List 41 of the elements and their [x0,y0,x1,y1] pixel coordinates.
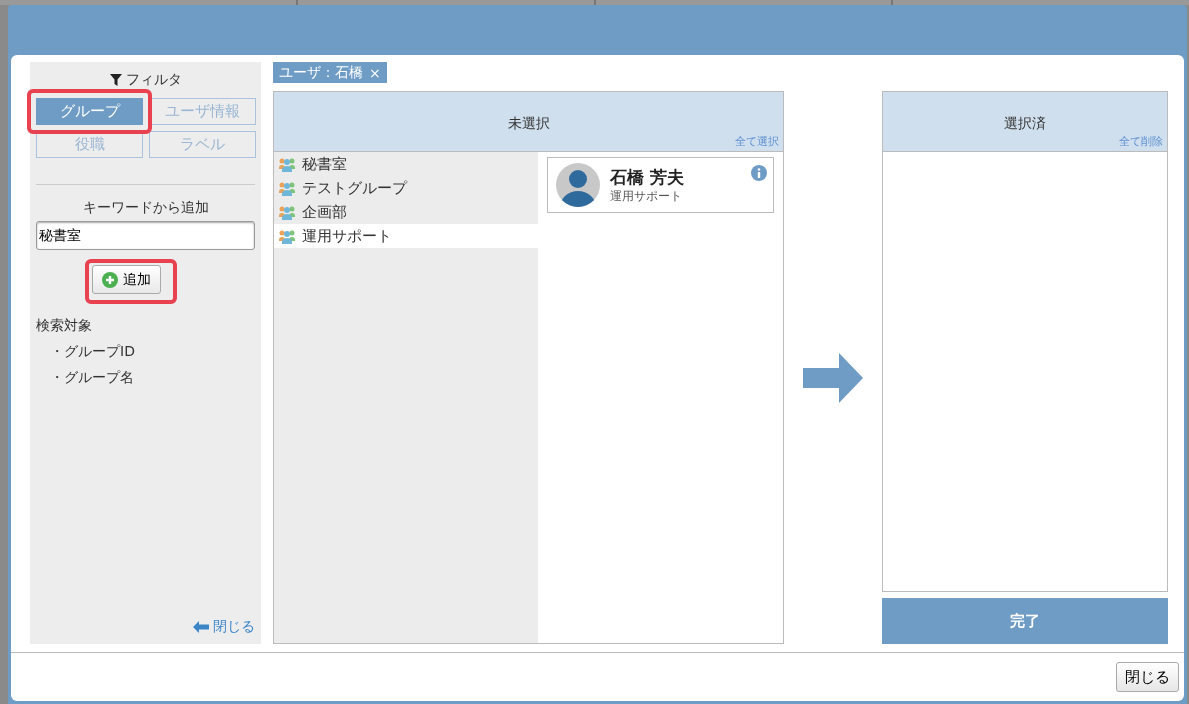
filter-tab[interactable]: ラベル [149,131,256,158]
group-item[interactable]: 企画部 [274,200,538,224]
avatar-icon [556,163,600,207]
user-name: 石橋 芳夫 [610,166,684,189]
group-icon [278,180,296,196]
group-name: 秘書室 [302,154,347,174]
right-arrow-icon [803,353,863,403]
close-button[interactable]: 閉じる [1116,662,1179,692]
group-item[interactable]: 秘書室 [274,152,538,176]
group-name: テストグループ [302,178,407,198]
keyword-field[interactable]: 秘書室 [36,221,255,250]
done-button[interactable]: 完了 [882,598,1168,644]
remove-tag-button[interactable]: × [369,64,381,81]
panel-title: 未選択 [507,114,550,133]
group-icon [278,156,296,172]
panel-title: 選択済 [1004,114,1046,133]
filter-tab[interactable]: 役職 [36,131,143,158]
plus-icon [101,271,118,288]
group-name: 企画部 [302,202,347,222]
search-target-label: 検索対象 [36,316,93,335]
add-button[interactable]: 追加 [91,265,161,294]
user-group: 運用サポート [610,189,684,204]
filter-title: フィルタ [125,71,182,89]
tag-label: ユーザ：石橋 [279,63,363,82]
group-item[interactable]: 運用サポート [274,224,538,248]
group-icon [278,228,296,244]
filter-icon [109,74,122,86]
info-icon[interactable] [751,165,767,181]
filter-tab[interactable]: グループ [36,98,143,125]
select-all-link[interactable]: 全て選択 [735,134,779,149]
left-arrow-icon [193,621,209,633]
search-target-item: ・グループID [49,342,136,361]
group-item[interactable]: テストグループ [274,176,538,200]
group-name: 運用サポート [302,226,392,246]
user-card[interactable]: 石橋 芳夫 運用サポート [547,157,774,213]
group-icon [278,204,296,220]
filter-tab[interactable]: ユーザ情報 [149,98,256,125]
close-link[interactable]: 閉じる [193,618,255,636]
search-target-item: ・グループ名 [49,368,135,387]
remove-all-link[interactable]: 全て削除 [1119,134,1163,149]
keyword-label: キーワードから追加 [81,199,210,217]
